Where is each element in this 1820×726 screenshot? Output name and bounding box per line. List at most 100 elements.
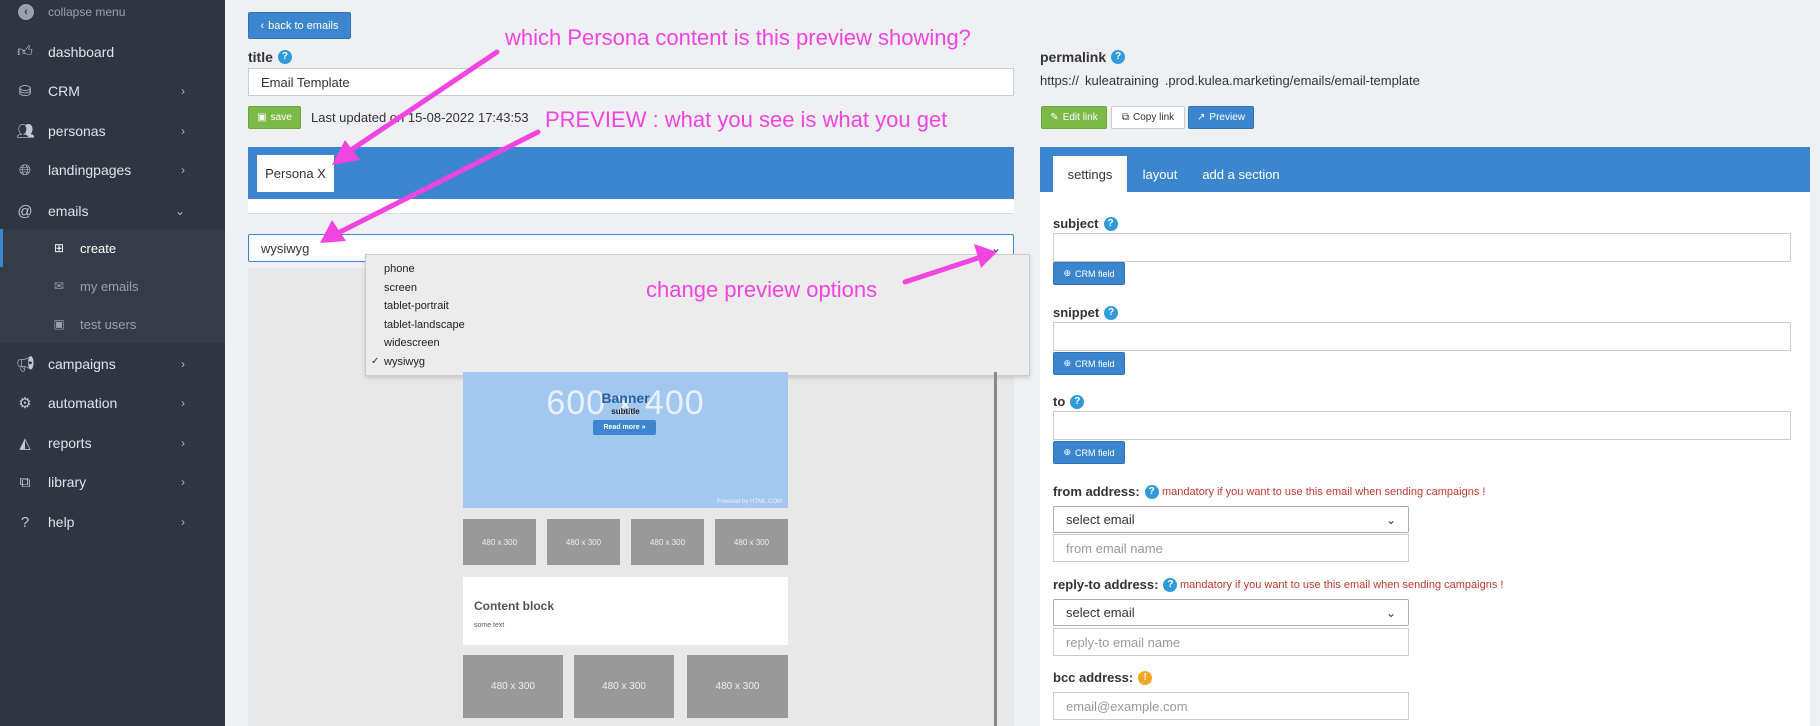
sidebar-item-library[interactable]: ⧉ library › bbox=[0, 464, 225, 500]
chevron-right-icon: › bbox=[181, 84, 185, 98]
sidebar-item-landingpages[interactable]: 🌐︎ landingpages › bbox=[0, 152, 225, 188]
subject-input[interactable] bbox=[1053, 233, 1791, 262]
banner-footer: Powered by HTML.COM bbox=[716, 499, 782, 505]
crm-field-label: CRM field bbox=[1075, 447, 1115, 458]
collapse-menu-label: collapse menu bbox=[48, 5, 126, 19]
users-icon: 👥︎ bbox=[16, 123, 36, 140]
sidebar-item-dashboard[interactable]: 👍︎ dashboard bbox=[0, 34, 225, 70]
option-phone[interactable]: phone bbox=[384, 263, 415, 275]
subject-crm-field-button[interactable]: ⊕ CRM field bbox=[1053, 262, 1125, 285]
title-input[interactable]: Email Template bbox=[248, 68, 1014, 96]
copy-link-button[interactable]: ⧉ Copy link bbox=[1111, 106, 1185, 129]
chevron-down-icon: ⌄ bbox=[1385, 512, 1396, 527]
external-link-icon: ↗ bbox=[1197, 112, 1206, 123]
chevron-left-icon: ‹ bbox=[18, 4, 34, 20]
edit-link-button[interactable]: ✎ Edit link bbox=[1041, 106, 1107, 129]
subject-label: subject ? bbox=[1053, 216, 1118, 231]
sidebar-item-campaigns[interactable]: 📢︎ campaigns › bbox=[0, 346, 225, 382]
bcc-address-label-text: bcc address: bbox=[1053, 670, 1134, 685]
option-tablet-portrait[interactable]: tablet-portrait bbox=[384, 300, 449, 312]
permalink-label: permalink ? bbox=[1040, 49, 1126, 65]
back-to-emails-button[interactable]: ‹ back to emails bbox=[248, 12, 351, 39]
sidebar-item-automation[interactable]: ⚙ automation › bbox=[0, 385, 225, 421]
annotation-persona-question: which Persona content is this preview sh… bbox=[505, 25, 971, 50]
image-placeholder: 480 x 300 bbox=[463, 655, 563, 718]
save-button[interactable]: ▣ save bbox=[248, 106, 301, 129]
annotation-arrow-line bbox=[345, 49, 500, 155]
from-email-name-input[interactable]: from email name bbox=[1053, 534, 1409, 562]
option-widescreen[interactable]: widescreen bbox=[384, 337, 440, 349]
chevron-right-icon: › bbox=[181, 515, 185, 529]
image-placeholder: 480 x 300 bbox=[574, 655, 674, 718]
tab-add-a-section-label: add a section bbox=[1202, 166, 1280, 182]
check-icon: ✓ bbox=[371, 356, 380, 367]
banner-subtitle: subtitle bbox=[611, 407, 640, 416]
to-label: to ? bbox=[1053, 394, 1085, 409]
sidebar-item-create[interactable]: ⊞ create bbox=[0, 229, 225, 267]
image-placeholder: 480 x 300 bbox=[463, 519, 536, 565]
tab-layout-label: layout bbox=[1142, 166, 1178, 182]
banner-block: 600 x 400 Banner subtitle Read more » Po… bbox=[463, 372, 788, 508]
back-to-emails-label: back to emails bbox=[268, 19, 339, 32]
sidebar-item-personas[interactable]: 👥︎ personas › bbox=[0, 113, 225, 149]
from-email-select[interactable]: select email ⌄ bbox=[1053, 506, 1409, 533]
envelope-icon: ✉ bbox=[53, 279, 65, 293]
chevron-down-icon: ⌄ bbox=[1385, 605, 1396, 620]
image-placeholder: 480 x 300 bbox=[547, 519, 620, 565]
image-placeholder: 480 x 300 bbox=[715, 519, 788, 565]
tab-layout[interactable]: layout bbox=[1134, 156, 1186, 192]
permalink-subdomain[interactable]: kuleatraining bbox=[1085, 73, 1159, 88]
help-icon[interactable]: ? bbox=[1144, 484, 1159, 499]
persona-bar bbox=[248, 147, 1014, 199]
sidebar-item-label: create bbox=[80, 240, 117, 256]
title-input-value: Email Template bbox=[261, 74, 350, 90]
reply-to-email-name-input[interactable]: reply-to email name bbox=[1053, 628, 1409, 656]
option-tablet-landscape[interactable]: tablet-landscape bbox=[384, 319, 465, 331]
banner-read-more-button[interactable]: Read more » bbox=[593, 420, 656, 435]
bcc-email-input[interactable]: email@example.com bbox=[1053, 692, 1409, 720]
help-icon[interactable]: ? bbox=[1163, 577, 1178, 592]
content-block-title: Content block bbox=[474, 599, 554, 613]
preview-scrollbar[interactable] bbox=[994, 372, 997, 726]
collapse-menu[interactable]: ‹ collapse menu bbox=[18, 4, 125, 20]
help-icon[interactable]: ? bbox=[1070, 394, 1085, 409]
sidebar-item-test-users[interactable]: ▣ test users bbox=[0, 305, 225, 343]
to-input[interactable] bbox=[1053, 411, 1791, 440]
sidebar-item-label: CRM bbox=[48, 83, 80, 99]
plus-circle-icon: ⊕ bbox=[1063, 447, 1072, 457]
sidebar-item-crm[interactable]: ⛁ CRM › bbox=[0, 73, 225, 109]
globe-icon: 🌐︎ bbox=[18, 161, 31, 179]
persona-tab[interactable]: Persona X bbox=[257, 155, 334, 192]
chevron-right-icon: › bbox=[181, 436, 185, 450]
help-icon[interactable]: ? bbox=[1103, 216, 1118, 231]
tab-add-a-section[interactable]: add a section bbox=[1196, 156, 1286, 192]
reply-to-email-select-value: select email bbox=[1066, 605, 1135, 620]
option-wysiwyg[interactable]: wysiwyg bbox=[384, 356, 425, 368]
sidebar-item-my-emails[interactable]: ✉ my emails bbox=[0, 267, 225, 305]
sidebar-item-label: dashboard bbox=[48, 44, 115, 60]
sidebar-item-help[interactable]: ? help › bbox=[0, 504, 225, 540]
help-icon[interactable]: ? bbox=[1104, 305, 1119, 320]
sidebar-item-label: reports bbox=[48, 435, 92, 451]
content-block-text: some text bbox=[474, 622, 505, 629]
reply-to-email-select[interactable]: select email ⌄ bbox=[1053, 599, 1409, 626]
snippet-crm-field-button[interactable]: ⊕ CRM field bbox=[1053, 352, 1125, 375]
reply-to-address-label-text: reply-to address: bbox=[1053, 577, 1159, 592]
snippet-input[interactable] bbox=[1053, 322, 1791, 351]
copy-icon: ⧉ bbox=[1121, 112, 1129, 123]
from-email-select-value: select email bbox=[1066, 512, 1135, 527]
to-crm-field-button[interactable]: ⊕ CRM field bbox=[1053, 441, 1125, 464]
warning-icon[interactable]: ! bbox=[1138, 670, 1153, 685]
help-icon[interactable]: ? bbox=[277, 50, 292, 64]
help-icon[interactable]: ? bbox=[1111, 50, 1126, 64]
id-card-icon: ▣ bbox=[53, 317, 65, 331]
sidebar-item-emails[interactable]: @ emails ⌄ bbox=[0, 193, 225, 229]
tab-settings[interactable]: settings bbox=[1053, 156, 1127, 192]
annotation-preview-note: PREVIEW : what you see is what you get bbox=[545, 107, 948, 132]
from-address-label: from address: ? bbox=[1053, 484, 1159, 499]
save-icon: ▣ bbox=[257, 112, 267, 123]
plus-circle-icon: ⊕ bbox=[1063, 268, 1072, 278]
preview-button[interactable]: ↗ Preview bbox=[1188, 106, 1254, 129]
option-screen[interactable]: screen bbox=[384, 282, 417, 294]
sidebar-item-reports[interactable]: ◭ reports › bbox=[0, 425, 225, 461]
